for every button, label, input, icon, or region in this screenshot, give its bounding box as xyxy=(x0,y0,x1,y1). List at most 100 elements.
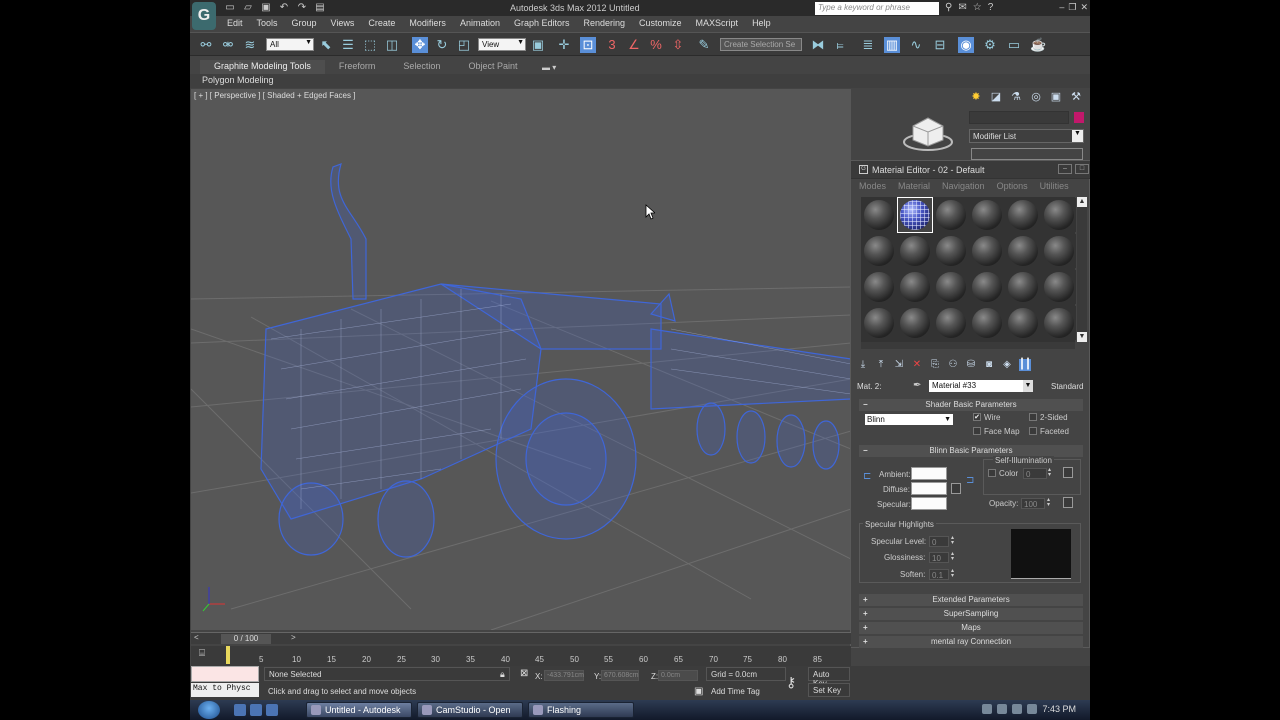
select-and-scale-icon[interactable]: ◰ xyxy=(456,37,472,53)
display-tab-icon[interactable]: ▣ xyxy=(1049,90,1063,103)
opacity-field[interactable]: 100 xyxy=(1021,498,1045,509)
mental-ray-connection-rollout[interactable]: + mental ray Connection xyxy=(859,636,1083,648)
named-selection-dropdown[interactable]: Create Selection Se xyxy=(720,38,802,51)
hierarchy-tab-icon[interactable]: ⚗ xyxy=(1009,90,1023,103)
sample-slot[interactable] xyxy=(862,234,896,268)
redo-icon[interactable]: ↷ xyxy=(296,2,308,13)
spinner-icon[interactable]: ▴ ▾ xyxy=(1047,497,1053,509)
sample-slot[interactable] xyxy=(970,198,1004,232)
material-type-button[interactable]: Standard xyxy=(1051,382,1083,391)
angle-snap-icon[interactable]: ∠ xyxy=(626,37,642,53)
motion-tab-icon[interactable]: ◎ xyxy=(1029,90,1043,103)
two-sided-checkbox[interactable] xyxy=(1029,413,1037,421)
self-illum-value-field[interactable]: 0 xyxy=(1023,468,1047,479)
sample-slots-hscrollbar[interactable] xyxy=(861,342,1075,349)
tab-object-paint[interactable]: Object Paint xyxy=(454,60,531,74)
utilities-tab-icon[interactable]: ⚒ xyxy=(1069,90,1083,103)
set-key-icon[interactable]: ⚷ xyxy=(786,674,796,691)
sample-slot[interactable] xyxy=(934,234,968,268)
glossiness-field[interactable]: 10 xyxy=(929,552,949,563)
selection-filter-dropdown[interactable]: All ▼ xyxy=(266,38,314,51)
self-illum-color-checkbox[interactable] xyxy=(988,469,996,477)
faceted-checkbox[interactable] xyxy=(1029,427,1037,435)
select-by-name-icon[interactable]: ☰ xyxy=(340,37,356,53)
x-coord-field[interactable]: -433.791cm xyxy=(544,670,584,681)
keyboard-shortcut-override-icon[interactable]: ⊡ xyxy=(580,37,596,53)
restore-icon[interactable]: ❐ xyxy=(1068,2,1076,13)
pick-material-icon[interactable]: ✒ xyxy=(913,380,921,391)
spinner-icon[interactable]: ▴ ▾ xyxy=(951,535,957,547)
lock-ambient-diffuse-icon[interactable]: ⊏ xyxy=(863,471,871,482)
sample-slot[interactable] xyxy=(1042,234,1076,268)
sample-slot[interactable] xyxy=(934,306,968,340)
y-coord-field[interactable]: 670.608cm xyxy=(601,670,639,681)
menu-help[interactable]: Help xyxy=(745,17,778,31)
sample-slot[interactable] xyxy=(970,234,1004,268)
show-desktop-icon[interactable] xyxy=(234,704,246,716)
sample-slot[interactable] xyxy=(1006,198,1040,232)
rectangular-selection-icon[interactable]: ⬚ xyxy=(362,37,378,53)
scroll-down-icon[interactable]: ▼ xyxy=(1077,332,1087,342)
taskbar-item-flashing[interactable]: Flashing xyxy=(528,702,634,718)
sample-slot[interactable] xyxy=(862,270,896,304)
spinner-icon[interactable]: ▴ ▾ xyxy=(951,568,957,580)
menu-tools[interactable]: Tools xyxy=(250,17,285,31)
menu-customize[interactable]: Customize xyxy=(632,17,689,31)
self-illum-map-button[interactable] xyxy=(1063,467,1073,478)
sample-slot[interactable] xyxy=(934,198,968,232)
select-and-move-icon[interactable]: ✥ xyxy=(412,37,428,53)
previous-frame-icon[interactable]: < xyxy=(194,633,199,642)
material-editor-icon[interactable]: ◉ xyxy=(958,37,974,53)
put-to-scene-icon[interactable]: ⤒ xyxy=(875,359,887,371)
binoculars-icon[interactable]: ⚲ xyxy=(945,2,952,14)
window-crossing-icon[interactable]: ◫ xyxy=(384,37,400,53)
help-icon[interactable]: ? xyxy=(988,2,994,14)
minimize-icon[interactable]: – xyxy=(1058,164,1072,174)
sample-slot[interactable] xyxy=(1006,234,1040,268)
snaps-toggle-icon[interactable]: 3 xyxy=(604,37,620,53)
sample-slot[interactable] xyxy=(970,270,1004,304)
menu-create[interactable]: Create xyxy=(361,17,402,31)
menu-edit[interactable]: Edit xyxy=(220,17,250,31)
opacity-map-button[interactable] xyxy=(1063,497,1073,508)
sample-slot[interactable] xyxy=(934,270,968,304)
reference-coordinate-dropdown[interactable]: View ▼ xyxy=(478,38,526,51)
link-icon[interactable]: ⚯ xyxy=(198,37,214,53)
viewcube-icon[interactable] xyxy=(903,112,953,152)
save-icon[interactable]: ▣ xyxy=(260,2,272,13)
application-button[interactable]: G xyxy=(192,2,216,30)
face-map-checkbox[interactable] xyxy=(973,427,981,435)
current-frame-marker[interactable] xyxy=(226,646,230,664)
browser-icon[interactable] xyxy=(250,704,262,716)
me-menu-options[interactable]: Options xyxy=(997,181,1028,191)
sample-slot[interactable] xyxy=(1006,306,1040,340)
me-menu-modes[interactable]: Modes xyxy=(859,181,886,191)
sample-slot-active[interactable] xyxy=(897,197,933,233)
tab-graphite-modeling-tools[interactable]: Graphite Modeling Tools xyxy=(200,60,325,74)
sample-slot[interactable] xyxy=(1042,198,1076,232)
select-and-rotate-icon[interactable]: ↻ xyxy=(434,37,450,53)
select-manipulate-icon[interactable]: ✛ xyxy=(556,37,572,53)
shader-type-dropdown[interactable]: Blinn ▼ xyxy=(865,414,953,425)
open-mini-curve-editor-icon[interactable]: ⌸ xyxy=(199,648,205,659)
me-menu-navigation[interactable]: Navigation xyxy=(942,181,985,191)
make-unique-icon[interactable]: ⚇ xyxy=(947,359,959,371)
diffuse-color-swatch[interactable] xyxy=(911,482,947,495)
search-input[interactable]: Type a keyword or phrase xyxy=(815,2,939,15)
absolute-relative-icon[interactable]: ⊠ xyxy=(520,668,528,679)
ribbon-panel-polygon-modeling[interactable]: Polygon Modeling xyxy=(202,75,274,85)
me-menu-utilities[interactable]: Utilities xyxy=(1040,181,1069,191)
assign-to-selection-icon[interactable]: ⇲ xyxy=(893,359,905,371)
object-name-field[interactable] xyxy=(969,111,1069,124)
volume-icon[interactable] xyxy=(997,704,1008,714)
new-file-icon[interactable]: ▭ xyxy=(224,2,236,13)
open-file-icon[interactable]: ▱ xyxy=(242,2,254,13)
maps-rollout[interactable]: + Maps xyxy=(859,622,1083,634)
tab-freeform[interactable]: Freeform xyxy=(325,60,390,74)
taskbar-item-camstudio[interactable]: CamStudio - Open ... xyxy=(417,702,523,720)
lock-selection-icon[interactable]: 🔒︎ xyxy=(500,669,505,680)
menu-rendering[interactable]: Rendering xyxy=(577,17,633,31)
add-time-tag-button[interactable]: Add Time Tag xyxy=(711,687,760,696)
viewport-label[interactable]: [ + ] [ Perspective ] [ Shaded + Edged F… xyxy=(194,91,355,100)
pivot-center-icon[interactable]: ▣ xyxy=(530,37,546,53)
